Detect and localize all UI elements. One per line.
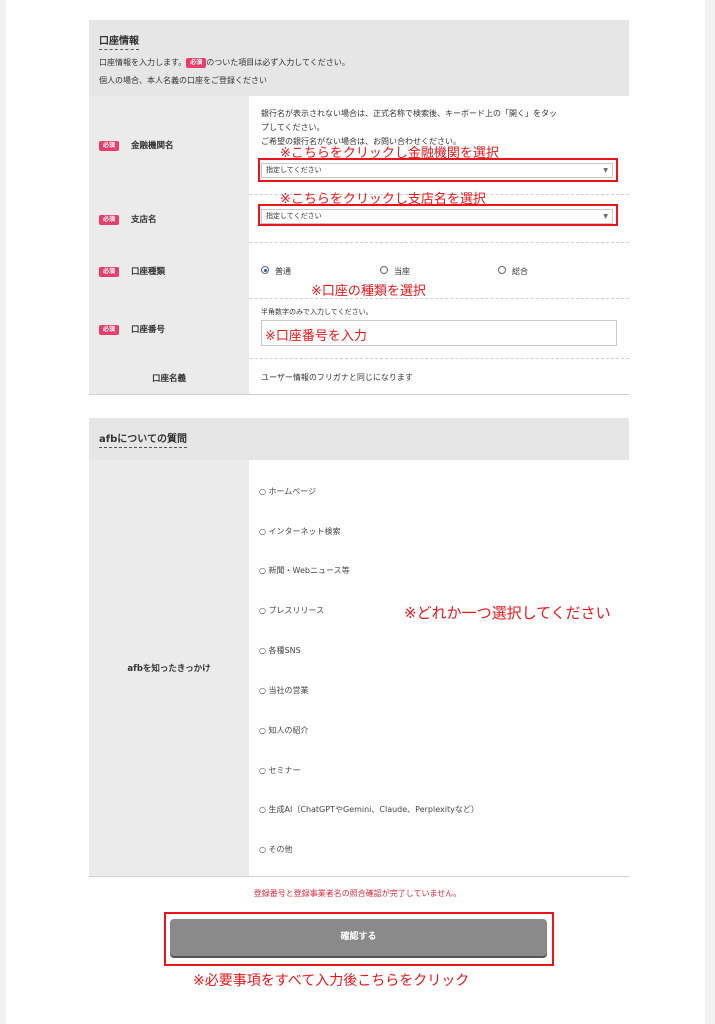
- registration-warning: 登録番号と登録事業者名の照合確認が完了していません。: [253, 889, 462, 898]
- afb-option-genai[interactable]: ○ 生成AI（ChatGPTやGemini、Claude、Perplexityな…: [259, 804, 479, 815]
- afb-option-press[interactable]: ○ プレスリリース: [259, 605, 324, 616]
- afb-option-seminar[interactable]: ○ セミナー: [259, 765, 301, 776]
- branch-row: 必須 支店名 指定してください ▼ ※こちらをクリックし支店名を選択: [89, 192, 629, 243]
- bank-highlight: [258, 158, 618, 182]
- account-number-help: 半角数字のみで入力してください。: [261, 308, 373, 316]
- account-name-label: 口座名義: [151, 374, 186, 384]
- branch-annotation: ※こちらをクリックし支店名を選択: [280, 192, 486, 207]
- required-badge: 必須: [99, 266, 120, 277]
- required-badge: 必須: [99, 214, 120, 225]
- account-name-value: ユーザー情報のフリガナと同じになります: [261, 373, 413, 382]
- afb-annotation: ※どれか一つ選択してください: [404, 604, 611, 622]
- afb-question-label: afbを知ったきっかけ: [127, 664, 211, 674]
- account-type-annotation: ※口座の種類を選択: [311, 284, 426, 299]
- radio-toza[interactable]: [380, 266, 388, 274]
- account-number-row: 必須 口座番号 半角数字のみで入力してください。 ※口座番号を入力: [89, 298, 629, 359]
- afb-option-search[interactable]: ○ インターネット検索: [259, 526, 341, 537]
- account-name-row: 口座名義 ユーザー情報のフリガナと同じになります: [89, 358, 629, 395]
- radio-futsu-label: 普通: [275, 267, 291, 276]
- account-number-annotation: ※口座番号を入力: [265, 329, 367, 344]
- afb-option-sns[interactable]: ○ 各種SNS: [259, 645, 301, 656]
- afb-option-other[interactable]: ○ その他: [259, 844, 293, 855]
- bank-annotation: ※こちらをクリックし金融機関を選択: [280, 146, 499, 161]
- account-intro: 口座情報を入力します。 必須 のついた項目は必ず入力してください。: [99, 57, 350, 68]
- account-type-label: 口座種類: [131, 267, 166, 277]
- afb-section-header: afbについての質問: [89, 418, 629, 460]
- confirm-button[interactable]: 確認する: [170, 919, 547, 956]
- afb-option-news[interactable]: ○ 新聞・Webニュース等: [259, 565, 350, 576]
- afb-option-homepage[interactable]: ○ ホームページ: [259, 486, 316, 497]
- radio-futsu[interactable]: [261, 266, 269, 274]
- required-badge: 必須: [99, 140, 120, 151]
- afb-section-title: afbについての質問: [99, 430, 187, 448]
- account-section-title: 口座情報: [99, 32, 139, 50]
- branch-highlight: [258, 204, 618, 226]
- afb-option-referral[interactable]: ○ 知人の紹介: [259, 725, 309, 736]
- radio-sogo[interactable]: [498, 266, 506, 274]
- afb-question: afbを知ったきっかけ ○ ホームページ ○ インターネット検索 ○ 新聞・We…: [89, 460, 629, 877]
- afb-option-sales[interactable]: ○ 当社の営業: [259, 685, 309, 696]
- radio-toza-label: 当座: [394, 267, 410, 276]
- bank-help-2: プしてください。: [261, 123, 325, 132]
- required-badge: 必須: [99, 324, 120, 335]
- account-intro-line2: 個人の場合、本人名義の口座をご登録ください: [99, 76, 267, 85]
- bank-help-1: 銀行名が表示されない場合は、正式名称で検索後、キーボード上の「開く」をタッ: [261, 109, 557, 118]
- branch-label: 支店名: [131, 215, 157, 225]
- bank-row: 必須 金融機関名 銀行名が表示されない場合は、正式名称で検索後、キーボード上の「開…: [89, 96, 629, 195]
- required-badge: 必須: [186, 57, 207, 68]
- account-number-label: 口座番号: [131, 325, 166, 335]
- account-type-row: 必須 口座種類 普通 当座 総合 ※口座の種類を選択: [89, 242, 629, 299]
- bank-label: 金融機関名: [131, 141, 174, 151]
- account-form: 必須 金融機関名 銀行名が表示されない場合は、正式名称で検索後、キーボード上の「開…: [89, 96, 629, 395]
- radio-sogo-label: 総合: [512, 267, 528, 276]
- confirm-annotation: ※必要事項をすべて入力後こちらをクリック: [193, 973, 470, 989]
- account-section-header: 口座情報 口座情報を入力します。 必須 のついた項目は必ず入力してください。 個人の…: [89, 20, 629, 96]
